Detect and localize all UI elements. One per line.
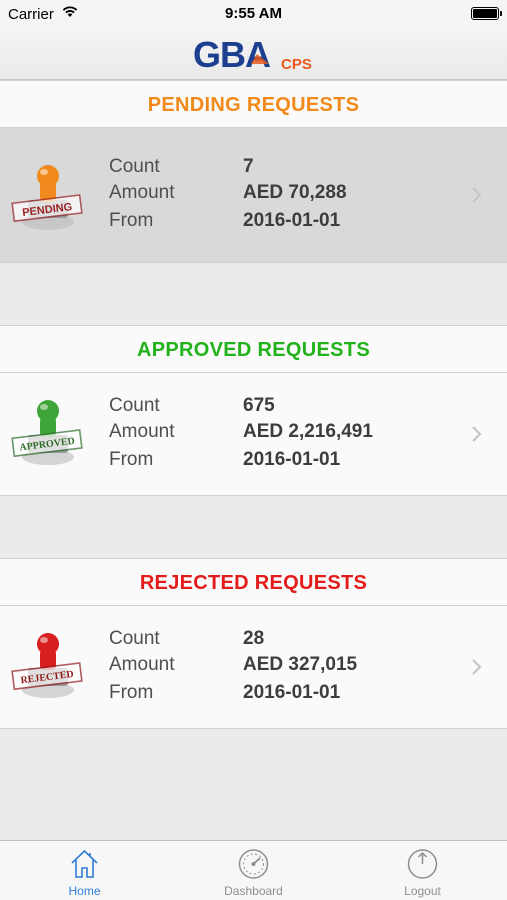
- count-label: Count: [109, 156, 160, 177]
- rejected-requests-card[interactable]: REJECTED Count 28 Amount AED 327,015 From 2…: [0, 606, 507, 729]
- battery-icon: [471, 7, 502, 20]
- from-label: From: [109, 449, 154, 470]
- status-bar: Carrier 9:55 AM: [0, 0, 507, 28]
- tab-home-label: Home: [68, 884, 101, 898]
- pending-from-row: From 2016-01-01: [109, 210, 340, 232]
- count-label: Count: [109, 395, 160, 416]
- pending-amount-row: Amount AED 70,288: [109, 182, 347, 204]
- approved-section-title: APPROVED REQUESTS: [137, 339, 370, 361]
- approved-count-value: 675: [243, 395, 275, 416]
- approved-amount-value: AED 2,216,491: [243, 421, 373, 442]
- rejected-stamp-icon: REJECTED: [11, 633, 83, 698]
- tab-logout-label: Logout: [404, 884, 441, 898]
- count-label: Count: [109, 628, 160, 649]
- logo-suffix-text: CPS: [281, 56, 312, 73]
- pending-count-value: 7: [243, 156, 254, 177]
- pending-count-row: Count 7: [109, 156, 254, 178]
- approved-count-row: Count 675: [109, 395, 275, 417]
- from-label: From: [109, 210, 154, 231]
- pending-stamp-icon: PENDING: [11, 165, 83, 230]
- amount-label: Amount: [109, 182, 175, 203]
- rejected-section-header: REJECTED REQUESTS: [0, 558, 507, 606]
- home-icon: [71, 849, 98, 878]
- tab-dashboard[interactable]: Dashboard: [169, 841, 338, 900]
- pending-section-header: PENDING REQUESTS: [0, 80, 507, 128]
- chevron-right-icon: [472, 187, 482, 203]
- chevron-right-icon: [472, 659, 482, 675]
- from-label: From: [109, 682, 154, 703]
- tab-logout[interactable]: Logout: [338, 841, 507, 900]
- rejected-amount-value: AED 327,015: [243, 654, 358, 675]
- approved-stamp-icon: APPROVED: [11, 400, 83, 465]
- tab-dashboard-label: Dashboard: [224, 884, 283, 898]
- approved-amount-row: Amount AED 2,216,491: [109, 421, 373, 443]
- pending-section-title: PENDING REQUESTS: [147, 94, 360, 116]
- approved-requests-card[interactable]: APPROVED Count 675 Amount AED 2,216,491 Fr…: [0, 373, 507, 496]
- rejected-count-row: Count 28: [109, 628, 264, 650]
- approved-section-header: APPROVED REQUESTS: [0, 325, 507, 373]
- pending-amount-value: AED 70,288: [243, 182, 347, 203]
- amount-label: Amount: [109, 654, 175, 675]
- rejected-from-value: 2016-01-01: [243, 682, 341, 703]
- pending-requests-card[interactable]: PENDING Count 7 Amount AED 70,288 From 2016…: [0, 128, 507, 263]
- gba-cps-logo: GBA CPS: [193, 34, 312, 74]
- rejected-from-row: From 2016-01-01: [109, 682, 340, 704]
- logo-main-text: GBA: [193, 34, 271, 74]
- power-icon: [407, 849, 438, 879]
- approved-from-row: From 2016-01-01: [109, 449, 340, 471]
- rejected-section-title: REJECTED REQUESTS: [139, 572, 368, 594]
- chevron-right-icon: [472, 426, 482, 442]
- nav-bar: GBA CPS: [0, 28, 507, 80]
- speedometer-icon: [238, 849, 269, 879]
- clock: 9:55 AM: [225, 5, 282, 22]
- rejected-amount-row: Amount AED 327,015: [109, 654, 357, 676]
- amount-label: Amount: [109, 421, 175, 442]
- tab-bar: Home Dashboard Logout: [0, 840, 507, 900]
- pending-from-value: 2016-01-01: [243, 210, 341, 231]
- rejected-count-value: 28: [243, 628, 265, 649]
- approved-from-value: 2016-01-01: [243, 449, 341, 470]
- tab-home[interactable]: Home: [0, 841, 169, 900]
